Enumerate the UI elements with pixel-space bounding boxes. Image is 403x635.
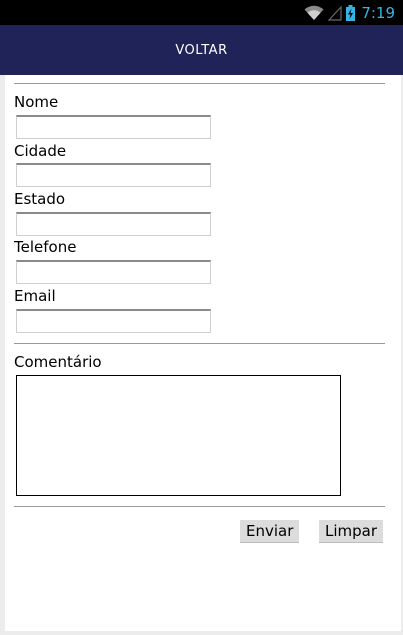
comment-label: Comentário (14, 353, 102, 371)
back-link[interactable]: VOLTAR (175, 43, 227, 58)
divider-bottom (14, 506, 385, 507)
divider-top (14, 83, 385, 84)
submit-button[interactable]: Enviar (240, 520, 300, 543)
email-label: Email (14, 287, 56, 305)
wifi-icon (304, 5, 324, 21)
clear-button[interactable]: Limpar (319, 520, 384, 543)
status-clock: 7:19 (361, 3, 395, 22)
app-bar: VOLTAR (0, 25, 403, 75)
city-field[interactable] (16, 163, 211, 187)
name-field[interactable] (16, 115, 211, 139)
status-icons: 7:19 (304, 0, 395, 25)
city-label: Cidade (14, 142, 67, 160)
form-panel: Nome Cidade Estado Telefone Email Coment… (5, 75, 401, 631)
phone-label: Telefone (14, 238, 77, 256)
email-field[interactable] (16, 309, 211, 333)
state-label: Estado (14, 190, 66, 208)
status-bar: 7:19 (0, 0, 403, 25)
name-label: Nome (14, 93, 59, 111)
comment-textarea[interactable] (16, 375, 341, 496)
battery-charging-icon (346, 4, 356, 21)
state-field[interactable] (16, 212, 211, 236)
signal-icon (328, 4, 342, 21)
phone-field[interactable] (16, 260, 211, 284)
divider-middle (14, 343, 385, 344)
